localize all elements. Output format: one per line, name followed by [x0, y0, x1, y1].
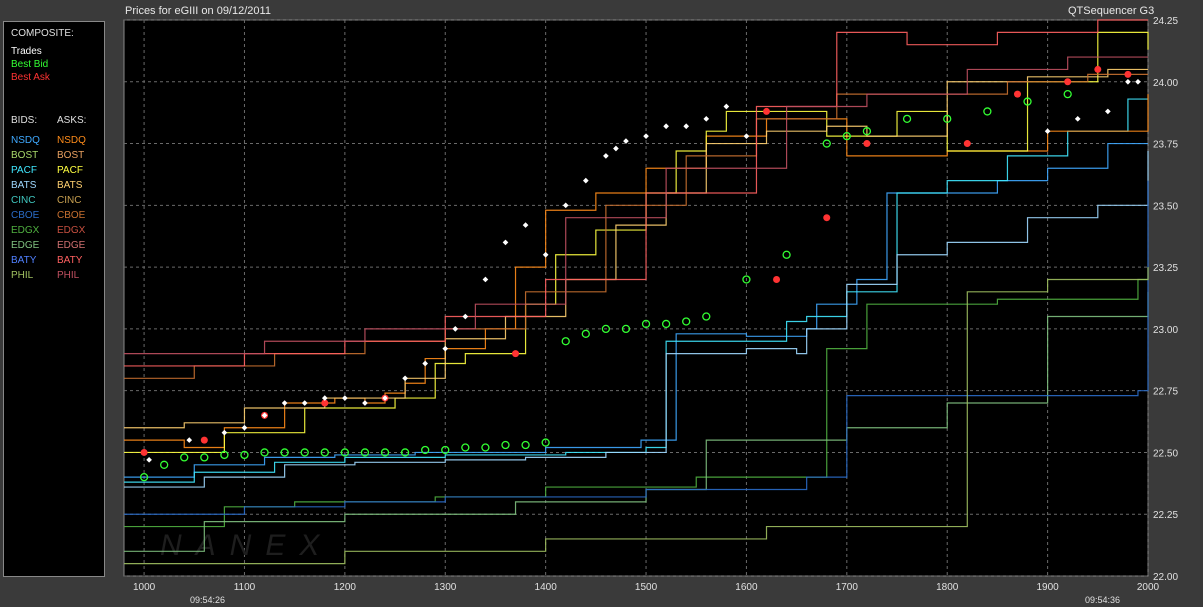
y-axis: 22.00 22.25 22.50 22.75 23.00 23.25 23.50 23.75…: [1153, 16, 1178, 583]
y-tick-label: 23.75: [1153, 140, 1178, 151]
best-ask-marker: [1013, 90, 1021, 98]
y-tick-label: 22.75: [1153, 387, 1178, 398]
y-tick-label: 22.25: [1153, 510, 1178, 521]
best-ask-marker: [773, 275, 781, 283]
x-tick-label: 1400: [535, 582, 558, 593]
best-ask-marker: [1094, 65, 1102, 73]
best-ask-marker: [140, 448, 148, 456]
best-ask-marker: [1124, 70, 1132, 78]
best-ask-marker: [200, 436, 208, 444]
x-tick-label: 1200: [334, 582, 357, 593]
x-tick-label: 1700: [836, 582, 859, 593]
time-end-label: 09:54:36: [1085, 595, 1120, 605]
y-tick-label: 22.50: [1153, 448, 1178, 459]
y-tick-label: 24.25: [1153, 16, 1178, 27]
x-tick-label: 2000: [1137, 582, 1160, 593]
best-ask-marker: [963, 140, 971, 148]
x-tick-label: 1600: [735, 582, 758, 593]
x-tick-label: 1000: [133, 582, 156, 593]
best-ask-marker: [763, 107, 771, 115]
best-ask-marker: [1064, 78, 1072, 86]
time-start-label: 09:54:26: [190, 595, 225, 605]
best-ask-marker: [823, 214, 831, 222]
y-tick-label: 22.00: [1153, 572, 1178, 583]
y-tick-label: 23.25: [1153, 263, 1178, 274]
x-tick-label: 1300: [434, 582, 457, 593]
best-ask-marker: [512, 350, 520, 358]
x-tick-label: 1500: [635, 582, 658, 593]
x-tick-label: 1800: [936, 582, 959, 593]
x-axis: 1000 1100 1200 1300 1400 1500 1600 1700 1800 1900…: [133, 582, 1160, 593]
x-tick-label: 1900: [1036, 582, 1059, 593]
y-tick-label: 24.00: [1153, 78, 1178, 89]
best-ask-marker: [863, 140, 871, 148]
watermark: NANEX: [160, 529, 333, 562]
y-tick-label: 23.50: [1153, 201, 1178, 212]
plot-area[interactable]: [123, 19, 1149, 577]
price-chart[interactable]: NANEX 1000 1100 1200 1300 1400 1500 1600 1700 18…: [0, 0, 1203, 607]
y-tick-label: 23.00: [1153, 325, 1178, 336]
x-tick-label: 1100: [234, 582, 256, 593]
